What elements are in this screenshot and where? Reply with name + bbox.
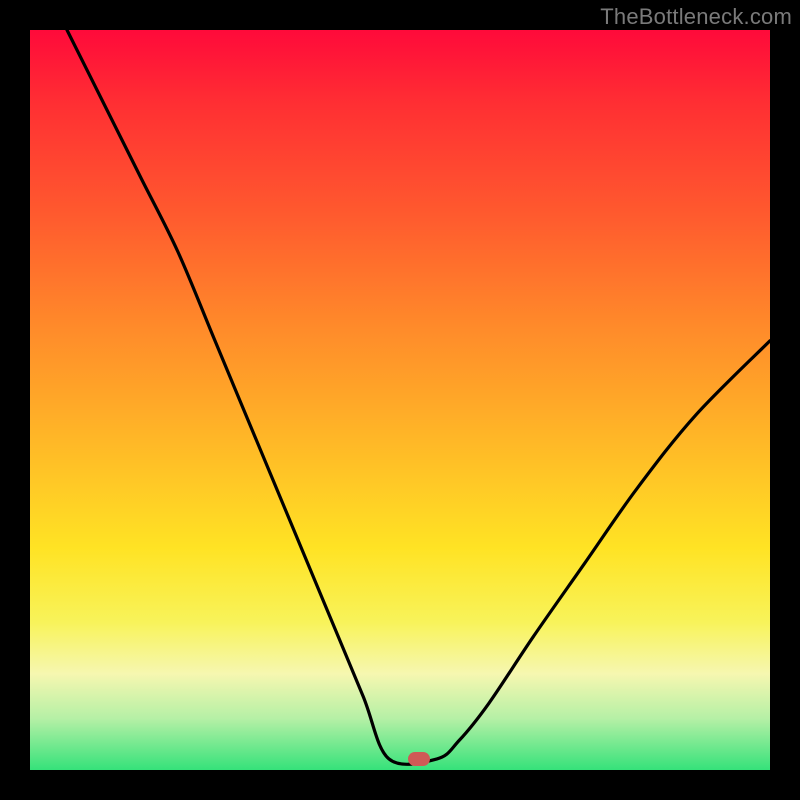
- watermark-text: TheBottleneck.com: [600, 4, 792, 30]
- bottleneck-curve: [30, 30, 770, 770]
- optimum-marker: [408, 752, 430, 766]
- plot-area: [30, 30, 770, 770]
- chart-frame: TheBottleneck.com: [0, 0, 800, 800]
